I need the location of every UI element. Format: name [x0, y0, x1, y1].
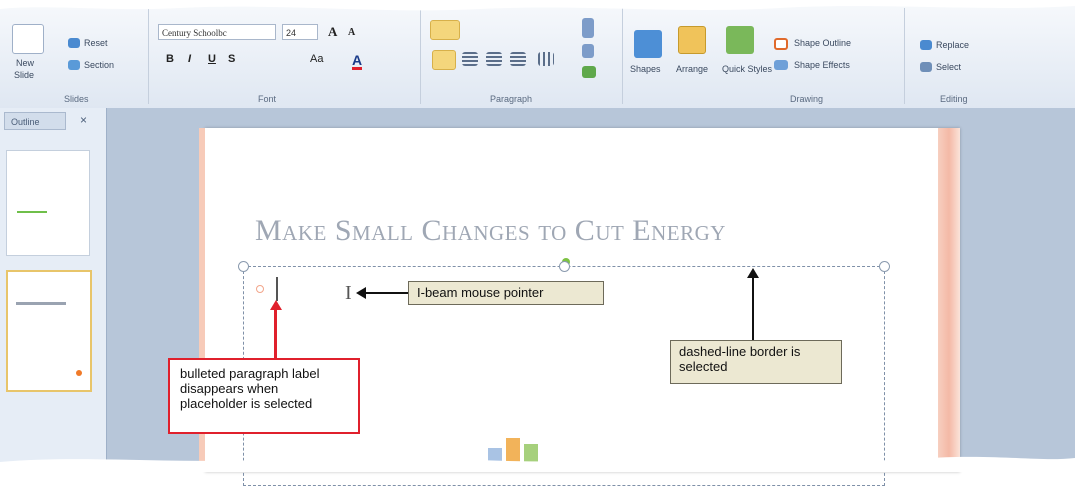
font-color-button[interactable]: A	[352, 53, 363, 70]
divider	[904, 8, 905, 104]
align-text-icon[interactable]	[582, 44, 594, 58]
align-right-icon[interactable]	[486, 52, 502, 66]
close-icon[interactable]: ×	[80, 113, 87, 127]
slide-thumbnail-1[interactable]	[6, 150, 90, 256]
quick-styles-icon[interactable]	[726, 26, 754, 54]
torn-edge-bottom	[0, 456, 1075, 472]
tab-outline[interactable]: Outline	[4, 112, 66, 130]
sizing-handle[interactable]	[238, 261, 249, 272]
thumbnail-dot	[76, 370, 82, 376]
section-button[interactable]: Section	[84, 60, 114, 70]
ribbon: New Slide Reset Section Slides Century S…	[0, 0, 1075, 109]
slide-title[interactable]: Make Small Changes to Cut Energy	[255, 214, 726, 248]
arrow-left-icon	[356, 287, 366, 299]
quick-styles-button[interactable]: Quick Styles	[722, 64, 772, 74]
align-left-icon[interactable]	[432, 50, 456, 70]
select-icon[interactable]	[920, 62, 932, 72]
reset-button[interactable]: Reset	[84, 38, 108, 48]
underline-button[interactable]: U	[208, 53, 216, 65]
font-group-label: Font	[258, 94, 277, 104]
ibeam-pointer-icon: I	[345, 282, 352, 304]
justify-icon[interactable]	[510, 52, 526, 66]
shape-effects-button[interactable]: Shape Effects	[794, 60, 850, 70]
shape-outline-icon[interactable]	[774, 38, 788, 50]
new-slide-label-2[interactable]: Slide	[14, 70, 34, 80]
callout-line	[364, 292, 408, 294]
center-icon[interactable]	[462, 52, 478, 66]
replace-icon[interactable]	[920, 40, 932, 50]
grow-font-button[interactable]: A	[328, 24, 337, 40]
shrink-font-button[interactable]: A	[348, 27, 355, 38]
paragraph-group-label: Paragraph	[490, 94, 533, 104]
sizing-handle[interactable]	[879, 261, 890, 272]
shape-effects-icon[interactable]	[774, 60, 788, 70]
new-slide-label[interactable]: New	[16, 58, 34, 68]
thumbnail-title	[16, 302, 66, 305]
italic-button[interactable]: I	[188, 53, 191, 65]
divider	[148, 8, 149, 104]
arrange-button[interactable]: Arrange	[676, 64, 708, 74]
drawing-group-label: Drawing	[790, 94, 824, 104]
shapes-button[interactable]: Shapes	[630, 64, 661, 74]
smartart-icon[interactable]	[582, 66, 596, 78]
change-case-button[interactable]: Aa	[310, 53, 323, 65]
slide-thumbnail-2[interactable]	[6, 270, 92, 392]
slides-group-label: Slides	[64, 94, 89, 104]
shape-outline-button[interactable]: Shape Outline	[794, 38, 851, 48]
bullet-marker-icon	[256, 285, 264, 293]
new-slide-icon[interactable]	[12, 24, 44, 54]
select-button[interactable]: Select	[936, 62, 961, 72]
bold-button[interactable]: B	[166, 53, 174, 65]
section-icon[interactable]	[68, 60, 80, 70]
torn-edge-top	[0, 0, 1075, 11]
replace-button[interactable]: Replace	[936, 40, 969, 50]
text-direction-icon[interactable]	[582, 18, 594, 38]
arrange-icon[interactable]	[678, 26, 706, 54]
callout-line	[752, 276, 754, 340]
sizing-handle[interactable]	[559, 261, 570, 272]
divider	[622, 8, 623, 104]
columns-icon[interactable]	[538, 52, 554, 66]
callout-line-red	[274, 308, 277, 360]
editing-group-label: Editing	[940, 94, 968, 104]
thumbnail-line	[17, 211, 47, 213]
divider	[420, 8, 421, 104]
slide-stripe	[938, 128, 960, 472]
strikethrough-button[interactable]: S	[228, 53, 235, 65]
font-name-box[interactable]: Century Schoolbc	[158, 24, 276, 40]
bullets-icon[interactable]	[430, 20, 460, 40]
shapes-icon[interactable]	[634, 30, 662, 58]
reset-icon[interactable]	[68, 38, 80, 48]
callout-dashed-border: dashed-line border is selected	[670, 340, 842, 384]
font-size-box[interactable]: 24	[282, 24, 318, 40]
text-cursor	[276, 277, 278, 301]
callout-ibeam: I-beam mouse pointer	[408, 281, 604, 305]
callout-bullet-label: bulleted paragraph label disappears when…	[168, 358, 360, 434]
